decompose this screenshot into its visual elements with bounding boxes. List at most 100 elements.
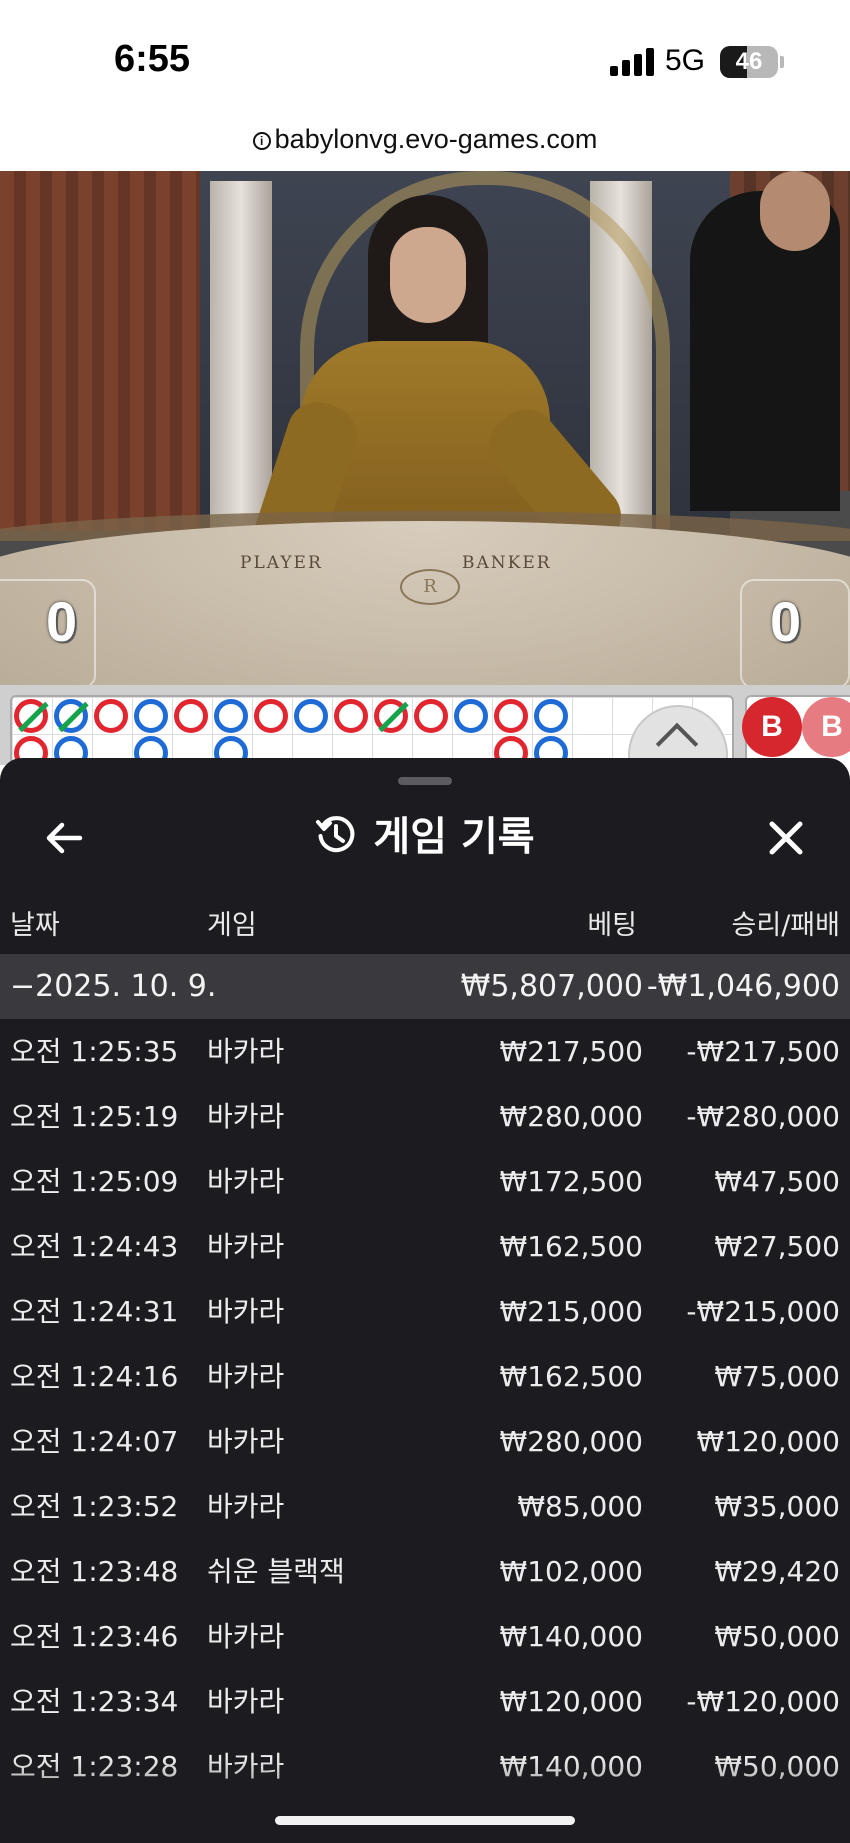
player-bead xyxy=(534,699,568,733)
row-result: -₩217,500 xyxy=(686,1035,840,1068)
column-header-game: 게임 xyxy=(207,910,257,941)
row-result: -₩120,000 xyxy=(686,1685,840,1718)
row-game: 쉬운 블랙잭 xyxy=(207,1555,345,1588)
row-game: 바카라 xyxy=(207,1230,285,1263)
row-time: 오전 1:23:52 xyxy=(10,1490,179,1523)
row-game: 바카라 xyxy=(207,1295,285,1328)
row-time: 오전 1:25:35 xyxy=(10,1035,179,1068)
battery-tip xyxy=(780,56,784,68)
row-result: ₩29,420 xyxy=(714,1555,840,1588)
row-game: 바카라 xyxy=(207,1685,285,1718)
row-bet: ₩140,000 xyxy=(499,1620,643,1653)
dealer-face xyxy=(390,227,466,323)
row-game: 바카라 xyxy=(207,1490,285,1523)
sheet-header: 게임 기록 xyxy=(0,802,850,872)
roadmap-strip[interactable]: B B xyxy=(0,685,850,765)
row-result: ₩50,000 xyxy=(714,1750,840,1783)
table-row[interactable]: 오전 1:24:07 바카라 ₩280,000 ₩120,000 xyxy=(0,1409,850,1474)
banker-bead xyxy=(254,699,288,733)
row-time: 오전 1:25:09 xyxy=(10,1165,179,1198)
row-bet: ₩217,500 xyxy=(499,1035,643,1068)
table-row[interactable]: 오전 1:23:34 바카라 ₩120,000 -₩120,000 xyxy=(0,1669,850,1734)
row-time: 오전 1:23:46 xyxy=(10,1620,179,1653)
row-game: 바카라 xyxy=(207,1100,285,1133)
close-icon xyxy=(769,821,803,855)
row-time: 오전 1:24:16 xyxy=(10,1360,179,1393)
row-game: 바카라 xyxy=(207,1165,285,1198)
table-row[interactable]: 오전 1:23:48 쉬운 블랙잭 ₩102,000 ₩29,420 xyxy=(0,1539,850,1604)
banker-bead xyxy=(414,699,448,733)
attendant-head xyxy=(760,171,830,251)
sheet-grabber[interactable] xyxy=(398,777,452,785)
url-text: babylonvg.evo-games.com xyxy=(274,124,598,154)
column-header-date: 날짜 xyxy=(10,910,60,941)
row-game: 바카라 xyxy=(207,1035,285,1068)
player-bead xyxy=(454,699,488,733)
row-result: ₩50,000 xyxy=(714,1620,840,1653)
player-bead xyxy=(294,699,328,733)
row-bet: ₩162,500 xyxy=(499,1360,643,1393)
cellular-signal-icon xyxy=(610,48,654,76)
table-row[interactable]: 오전 1:24:16 바카라 ₩162,500 ₩75,000 xyxy=(0,1344,850,1409)
table-row[interactable]: 오전 1:24:43 바카라 ₩162,500 ₩27,500 xyxy=(0,1214,850,1279)
table-logo: R xyxy=(400,569,460,605)
row-bet: ₩140,000 xyxy=(499,1750,643,1783)
table-row[interactable]: 오전 1:24:31 바카라 ₩215,000 -₩215,000 xyxy=(0,1279,850,1344)
home-indicator[interactable] xyxy=(275,1816,575,1825)
row-bet: ₩102,000 xyxy=(499,1555,643,1588)
banker-bead xyxy=(14,699,49,733)
status-time: 6:55 xyxy=(114,38,191,80)
row-time: 오전 1:24:07 xyxy=(10,1425,179,1458)
battery-icon: 46 xyxy=(720,46,778,78)
day-summary-row[interactable]: −2025. 10. 9. ₩5,807,000 -₩1,046,900 xyxy=(0,954,850,1019)
row-bet: ₩162,500 xyxy=(499,1230,643,1263)
row-bet: ₩280,000 xyxy=(499,1100,643,1133)
row-time: 오전 1:23:48 xyxy=(10,1555,179,1588)
column-header-bet: 베팅 xyxy=(587,910,637,941)
row-result: -₩280,000 xyxy=(686,1100,840,1133)
player-score: 0 xyxy=(46,590,78,653)
banker-area-label: BANKER xyxy=(462,553,552,573)
banker-bead xyxy=(374,699,409,733)
row-time: 오전 1:24:31 xyxy=(10,1295,179,1328)
player-area-label: PLAYER xyxy=(240,553,323,573)
day-date: −2025. 10. 9. xyxy=(10,969,217,1004)
player-bead xyxy=(214,699,248,733)
close-button[interactable] xyxy=(762,814,810,862)
table-row[interactable]: 오전 1:25:19 바카라 ₩280,000 -₩280,000 xyxy=(0,1084,850,1149)
column-header-result: 승리/패배 xyxy=(731,910,840,941)
row-result: -₩215,000 xyxy=(686,1295,840,1328)
curtain-left xyxy=(0,171,200,531)
row-result: ₩27,500 xyxy=(714,1230,840,1263)
table-row[interactable]: 오전 1:25:09 바카라 ₩172,500 ₩47,500 xyxy=(0,1149,850,1214)
row-result: ₩35,000 xyxy=(714,1490,840,1523)
player-bead xyxy=(134,699,168,733)
row-time: 오전 1:23:28 xyxy=(10,1750,179,1783)
game-history-sheet: 게임 기록 날짜 게임 베팅 승리/패배 −2025. 10. 9. ₩5,80… xyxy=(0,758,850,1843)
banker-bead xyxy=(494,699,528,733)
tie-mark xyxy=(18,701,49,733)
row-game: 바카라 xyxy=(207,1360,285,1393)
table-row[interactable]: 오전 1:23:46 바카라 ₩140,000 ₩50,000 xyxy=(0,1604,850,1669)
live-video-stream[interactable]: PLAYER BANKER R 0 0 xyxy=(0,171,850,685)
player-bead xyxy=(54,699,89,733)
row-bet: ₩215,000 xyxy=(499,1295,643,1328)
network-type: 5G xyxy=(665,44,706,77)
table-row[interactable]: 오전 1:23:52 바카라 ₩85,000 ₩35,000 xyxy=(0,1474,850,1539)
address-bar[interactable]: i babylonvg.evo-games.com xyxy=(0,124,850,155)
day-total-result: -₩1,046,900 xyxy=(646,969,840,1004)
row-time: 오전 1:25:19 xyxy=(10,1100,179,1133)
banker-score: 0 xyxy=(770,590,802,653)
battery-percent: 46 xyxy=(735,48,763,75)
banker-bead xyxy=(334,699,368,733)
info-icon[interactable]: i xyxy=(252,132,271,150)
row-time: 오전 1:24:43 xyxy=(10,1230,179,1263)
bead-road[interactable] xyxy=(10,695,734,765)
table-row[interactable]: 오전 1:25:35 바카라 ₩217,500 -₩217,500 xyxy=(0,1019,850,1084)
sheet-title: 게임 기록 xyxy=(373,814,535,860)
banker-bead xyxy=(94,699,128,733)
row-game: 바카라 xyxy=(207,1425,285,1458)
day-total-bet: ₩5,807,000 xyxy=(460,969,643,1004)
table-row[interactable]: 오전 1:23:28 바카라 ₩140,000 ₩50,000 xyxy=(0,1734,850,1799)
row-bet: ₩172,500 xyxy=(499,1165,643,1198)
